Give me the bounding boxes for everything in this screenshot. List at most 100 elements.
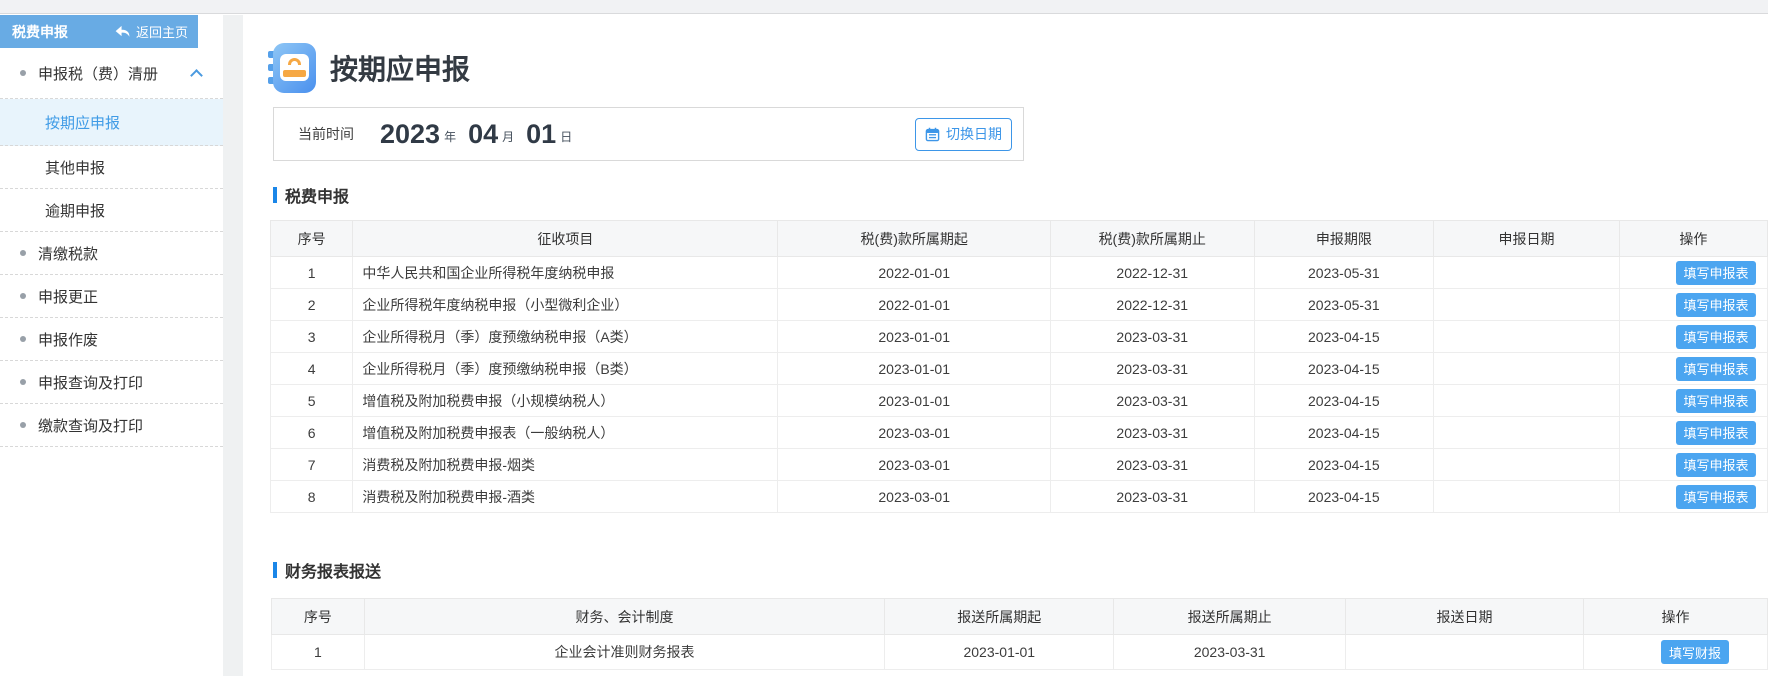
bullet-icon	[20, 379, 26, 385]
tax-table-row: 8 消费税及附加税费申报-酒类 2023-03-01 2023-03-31 20…	[269, 480, 1768, 513]
sidebar-item[interactable]: 其他申报	[0, 146, 223, 189]
action-cell: 填写申报表	[1618, 256, 1768, 289]
filing-date-cell	[1433, 352, 1620, 385]
column-header: 申报日期	[1433, 220, 1620, 257]
row-number-cell: 1	[269, 256, 354, 289]
sidebar-item[interactable]: 按期应申报	[0, 99, 223, 146]
deadline-cell: 2023-04-15	[1253, 352, 1435, 385]
filing-date-cell	[1433, 256, 1620, 289]
tax-table-body: 1 中华人民共和国企业所得税年度纳税申报 2022-01-01 2022-12-…	[269, 256, 1768, 513]
row-number-cell: 2	[269, 288, 354, 321]
fill-declaration-button[interactable]: 填写申报表	[1676, 260, 1756, 285]
bullet-icon	[20, 293, 26, 299]
sidebar-item[interactable]: 申报更正	[0, 275, 223, 318]
date-month-unit: 月	[502, 130, 515, 144]
finance-table-body: 1 企业会计准则财务报表 2023-01-01 2023-03-31 填写财报	[271, 634, 1768, 670]
current-date-bar: 当前时间 2023 年 04 月 01 日 切换日期	[273, 107, 1024, 161]
back-home-label: 返回主页	[135, 25, 188, 40]
sidebar-title: 税费申报	[12, 23, 68, 40]
sidebar-item[interactable]: 申报查询及打印	[0, 361, 223, 404]
period-start-cell: 2023-03-01	[777, 448, 1051, 481]
project-cell: 增值税及附加税费申报（小规模纳税人）	[352, 384, 779, 417]
finance-table-header-row: 序号 财务、会计制度 报送所属期起 报送所属期止 报送日期 操作	[271, 598, 1768, 635]
bullet-icon	[20, 70, 26, 76]
tax-table: 序号 征收项目 税(费)款所属期起 税(费)款所属期止 申报期限 申报日期 操作 1 中华人…	[269, 220, 1768, 513]
period-end-cell: 2023-03-31	[1049, 320, 1255, 353]
date-month: 04	[468, 119, 499, 149]
sidebar-item[interactable]: 逾期申报	[0, 189, 223, 232]
action-cell: 填写申报表	[1618, 320, 1768, 353]
tax-table-row: 6 增值税及附加税费申报表（一般纳税人） 2023-03-01 2023-03-…	[269, 416, 1768, 449]
page-title: 按期应申报	[330, 54, 471, 85]
project-cell: 企业所得税月（季）度预缴纳税申报（B类）	[352, 352, 779, 385]
sidebar-item-label: 申报税（费）清册	[38, 65, 159, 83]
tax-section-title: 税费申报	[273, 183, 349, 207]
sidebar-item-label: 清缴税款	[38, 245, 99, 263]
deadline-cell: 2023-04-15	[1253, 480, 1435, 513]
tax-table-wrap: 序号 征收项目 税(费)款所属期起 税(费)款所属期止 申报期限 申报日期 操作 1 中华人…	[269, 220, 1768, 513]
tax-table-row: 2 企业所得税年度纳税申报（小型微利企业） 2022-01-01 2022-12…	[269, 288, 1768, 321]
sidebar-item[interactable]: 清缴税款	[0, 232, 223, 275]
period-end-cell: 2023-03-31	[1049, 448, 1255, 481]
bullet-icon	[20, 336, 26, 342]
column-header: 税(费)款所属期止	[1049, 220, 1255, 257]
finance-section-label: 财务报表报送	[285, 564, 382, 581]
tax-table-row: 4 企业所得税月（季）度预缴纳税申报（B类） 2023-01-01 2023-0…	[269, 352, 1768, 385]
date-day-unit: 日	[560, 130, 573, 144]
action-cell: 填写财报	[1582, 634, 1768, 670]
column-header: 征收项目	[352, 220, 779, 257]
period-start-cell: 2022-01-01	[777, 288, 1051, 321]
action-cell: 填写申报表	[1618, 352, 1768, 385]
fill-declaration-button[interactable]: 填写申报表	[1676, 484, 1756, 509]
column-header: 序号	[269, 220, 354, 257]
fill-declaration-button[interactable]: 填写申报表	[1676, 292, 1756, 317]
project-cell: 消费税及附加税费申报-酒类	[352, 480, 779, 513]
filing-date-cell	[1433, 384, 1620, 417]
period-start-cell: 2023-03-01	[777, 416, 1051, 449]
finance-table-wrap: 序号 财务、会计制度 报送所属期起 报送所属期止 报送日期 操作 1 企业会计准则财务报表…	[271, 598, 1768, 670]
fill-declaration-button[interactable]: 填写申报表	[1676, 420, 1756, 445]
project-cell: 中华人民共和国企业所得税年度纳税申报	[352, 256, 779, 289]
sidebar-header: 税费申报 返回主页	[0, 15, 198, 48]
finance-table-row: 1 企业会计准则财务报表 2023-01-01 2023-03-31 填写财报	[271, 634, 1768, 670]
accounting-system-cell: 企业会计准则财务报表	[363, 634, 886, 670]
period-end-cell: 2023-03-31	[1049, 352, 1255, 385]
row-number-cell: 5	[269, 384, 354, 417]
current-time-label: 当前时间	[298, 126, 354, 142]
report-date-cell	[1345, 634, 1584, 670]
fill-declaration-button[interactable]: 填写申报表	[1676, 388, 1756, 413]
deadline-cell: 2023-04-15	[1253, 448, 1435, 481]
tax-filing-screen: 税费申报 返回主页 申报税（费）清册 按期应申报 其他申报 逾期申报 清缴税款 …	[0, 0, 1768, 676]
column-header: 序号	[271, 598, 365, 635]
action-cell: 填写申报表	[1618, 448, 1768, 481]
column-header: 操作	[1618, 220, 1768, 257]
fill-declaration-button[interactable]: 填写申报表	[1676, 452, 1756, 477]
filing-date-cell	[1433, 480, 1620, 513]
fill-declaration-button[interactable]: 填写申报表	[1676, 356, 1756, 381]
chevron-up-icon	[190, 69, 203, 82]
back-home-link[interactable]: 返回主页	[115, 22, 198, 41]
switch-date-label: 切换日期	[946, 126, 1002, 142]
deadline-cell: 2023-04-15	[1253, 320, 1435, 353]
sidebar-menu: 申报税（费）清册 按期应申报 其他申报 逾期申报 清缴税款 申报更正 申报作废 …	[0, 48, 223, 447]
date-year: 2023	[380, 119, 441, 149]
fill-finance-report-button[interactable]: 填写财报	[1661, 640, 1729, 664]
column-header: 报送日期	[1345, 598, 1584, 635]
period-end-cell: 2023-03-31	[1049, 384, 1255, 417]
period-start-cell: 2023-01-01	[777, 352, 1051, 385]
sidebar-item[interactable]: 申报税（费）清册	[0, 48, 223, 99]
sidebar-item-label: 缴款查询及打印	[38, 417, 144, 435]
sidebar-item[interactable]: 申报作废	[0, 318, 223, 361]
switch-date-button[interactable]: 切换日期	[915, 117, 1012, 151]
bullet-icon	[20, 422, 26, 428]
bullet-icon	[20, 250, 26, 256]
action-cell: 填写申报表	[1618, 416, 1768, 449]
fill-declaration-button[interactable]: 填写申报表	[1676, 324, 1756, 349]
sidebar: 税费申报 返回主页 申报税（费）清册 按期应申报 其他申报 逾期申报 清缴税款 …	[0, 15, 223, 676]
sidebar-item-label: 按期应申报	[45, 114, 121, 132]
tax-table-row: 5 增值税及附加税费申报（小规模纳税人） 2023-01-01 2023-03-…	[269, 384, 1768, 417]
period-end-cell: 2023-03-31	[1049, 480, 1255, 513]
deadline-cell: 2023-04-15	[1253, 384, 1435, 417]
calendar-icon	[925, 127, 940, 142]
sidebar-item[interactable]: 缴款查询及打印	[0, 404, 223, 447]
